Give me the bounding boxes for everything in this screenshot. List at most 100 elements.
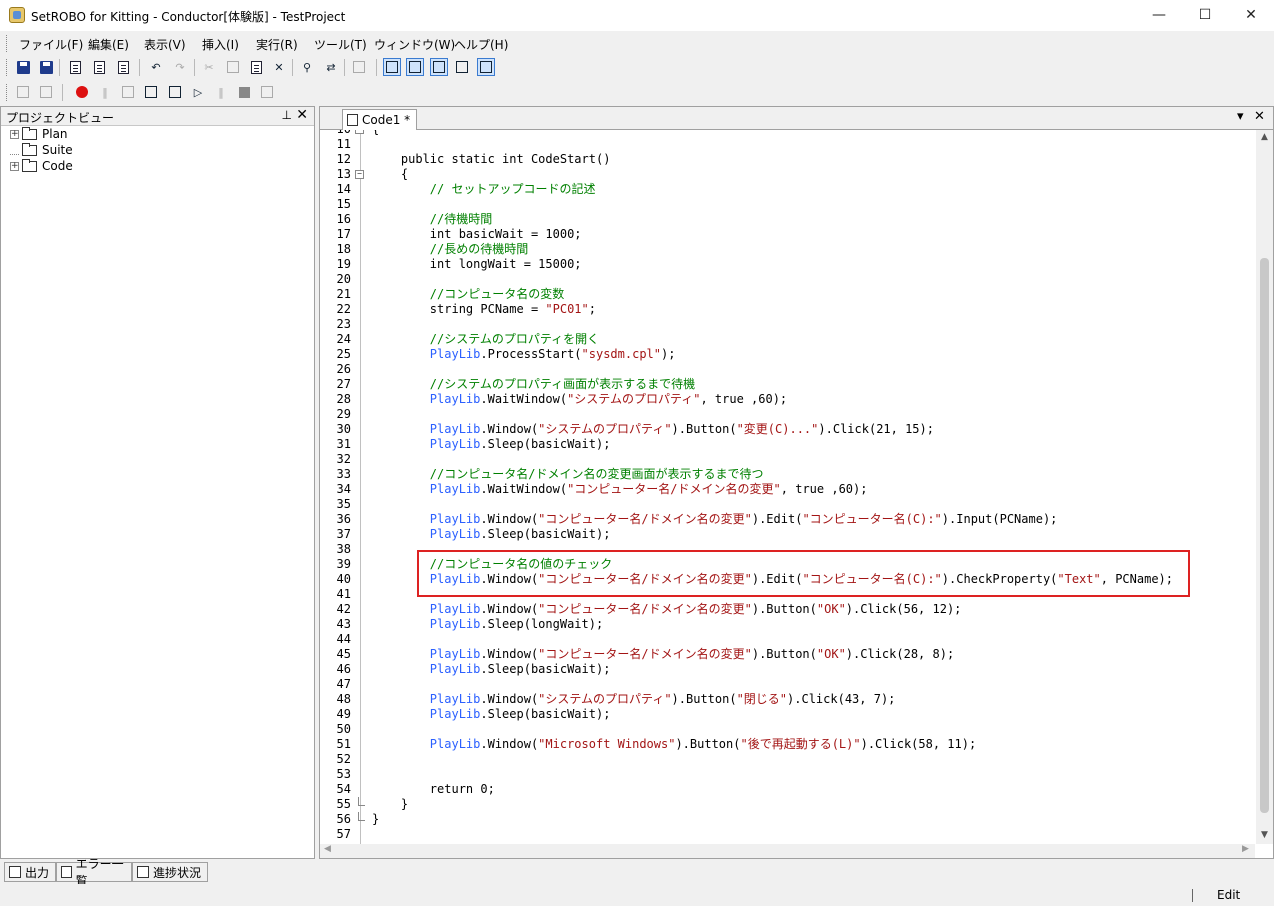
menu-file[interactable]: ファイル(F): [19, 36, 83, 53]
code-line[interactable]: 53: [320, 767, 1255, 782]
properties-toggle-icon[interactable]: [406, 58, 424, 76]
code-line[interactable]: 44: [320, 632, 1255, 647]
window-icon[interactable]: [350, 58, 368, 76]
edit-document-icon[interactable]: [114, 58, 132, 76]
code-line[interactable]: 50: [320, 722, 1255, 737]
code-line[interactable]: 32: [320, 452, 1255, 467]
scroll-down-icon[interactable]: ▼: [1256, 830, 1273, 840]
code-line[interactable]: 47: [320, 677, 1255, 692]
paste-icon[interactable]: [247, 58, 265, 76]
code-line[interactable]: 48 PlayLib.Window("システムのプロパティ").Button("…: [320, 692, 1255, 707]
code-line[interactable]: 41: [320, 587, 1255, 602]
code-line[interactable]: 12 public static int CodeStart(): [320, 152, 1255, 167]
capture-icon[interactable]: [142, 83, 160, 101]
close-button[interactable]: ✕: [1228, 0, 1274, 31]
fold-collapse-icon[interactable]: −: [355, 170, 364, 179]
code-line[interactable]: 36 PlayLib.Window("コンピューター名/ドメイン名の変更").E…: [320, 512, 1255, 527]
tree-item-code[interactable]: + Code: [10, 158, 73, 174]
stop-record-icon[interactable]: [119, 83, 137, 101]
menu-tools[interactable]: ツール(T): [314, 36, 367, 53]
code-line[interactable]: 31 PlayLib.Sleep(basicWait);: [320, 437, 1255, 452]
code-line[interactable]: 20: [320, 272, 1255, 287]
tab-list-dropdown-icon[interactable]: ▾: [1237, 109, 1244, 124]
code-line[interactable]: 45 PlayLib.Window("コンピューター名/ドメイン名の変更").B…: [320, 647, 1255, 662]
menu-insert[interactable]: 挿入(I): [202, 36, 239, 53]
capture-window-icon[interactable]: [166, 83, 184, 101]
code-line[interactable]: 19 int longWait = 15000;: [320, 257, 1255, 272]
code-line[interactable]: 25 PlayLib.ProcessStart("sysdm.cpl");: [320, 347, 1255, 362]
pause-record-icon[interactable]: ‖: [96, 83, 114, 101]
code-line[interactable]: 11: [320, 137, 1255, 152]
code-line[interactable]: 10− {: [320, 130, 1255, 137]
code-line[interactable]: 23: [320, 317, 1255, 332]
menu-run[interactable]: 実行(R): [256, 36, 298, 53]
code-line[interactable]: 29: [320, 407, 1255, 422]
menu-edit[interactable]: 編集(E): [88, 36, 129, 53]
code-line[interactable]: 39 //コンピュータ名の値のチェック: [320, 557, 1255, 572]
play-icon[interactable]: ▷: [189, 83, 207, 101]
close-icon[interactable]: ✕: [296, 107, 308, 123]
code-line[interactable]: 26: [320, 362, 1255, 377]
code-line[interactable]: 27 //システムのプロパティ画面が表示するまで待機: [320, 377, 1255, 392]
tab-progress[interactable]: 進捗状況: [132, 862, 208, 882]
code-line[interactable]: 30 PlayLib.Window("システムのプロパティ").Button("…: [320, 422, 1255, 437]
menu-view[interactable]: 表示(V): [144, 36, 186, 53]
menu-window[interactable]: ウィンドウ(W): [374, 36, 455, 53]
stop-icon[interactable]: [235, 83, 253, 101]
save-all-icon[interactable]: [37, 58, 55, 76]
expand-icon[interactable]: +: [10, 129, 19, 139]
replace-icon[interactable]: ⇄: [322, 58, 340, 76]
scroll-right-icon[interactable]: ▶: [1242, 844, 1249, 854]
code-line[interactable]: 34 PlayLib.WaitWindow("コンピューター名/ドメイン名の変更…: [320, 482, 1255, 497]
code-line[interactable]: 35: [320, 497, 1255, 512]
cut-icon[interactable]: ✂: [200, 58, 218, 76]
code-line[interactable]: 37 PlayLib.Sleep(basicWait);: [320, 527, 1255, 542]
code-line[interactable]: 28 PlayLib.WaitWindow("システムのプロパティ", true…: [320, 392, 1255, 407]
code-line[interactable]: 13− {: [320, 167, 1255, 182]
code-line[interactable]: 18 //長めの待機時間: [320, 242, 1255, 257]
delete-icon[interactable]: ✕: [270, 58, 288, 76]
code-line[interactable]: 43 PlayLib.Sleep(longWait);: [320, 617, 1255, 632]
tab-code1[interactable]: Code1 *: [342, 109, 418, 130]
new-list-icon[interactable]: [90, 58, 108, 76]
redo-icon[interactable]: ↷: [171, 58, 189, 76]
tree-item-suite[interactable]: Suite: [10, 142, 73, 158]
scroll-left-icon[interactable]: ◀: [324, 844, 331, 854]
code-line[interactable]: 14 // セットアップコードの記述: [320, 182, 1255, 197]
code-line[interactable]: 15: [320, 197, 1255, 212]
new-document-icon[interactable]: [66, 58, 84, 76]
code-text-area[interactable]: 10−{1112 public static int CodeStart()13…: [320, 130, 1255, 844]
copy-icon[interactable]: [224, 58, 242, 76]
code-line[interactable]: 56}: [320, 812, 1255, 827]
code-line[interactable]: 16 //待機時間: [320, 212, 1255, 227]
undo-icon[interactable]: ↶: [147, 58, 165, 76]
code-line[interactable]: 57: [320, 827, 1255, 842]
project-view-toggle-icon[interactable]: [383, 58, 401, 76]
pin-icon[interactable]: ⊥: [282, 108, 292, 122]
scroll-up-icon[interactable]: ▲: [1256, 132, 1273, 142]
horizontal-scrollbar[interactable]: ◀ ▶: [320, 844, 1255, 858]
fold-collapse-icon[interactable]: −: [355, 130, 364, 134]
pause-icon[interactable]: ‖: [212, 83, 230, 101]
code-line[interactable]: 40 PlayLib.Window("コンピューター名/ドメイン名の変更").E…: [320, 572, 1255, 587]
code-line[interactable]: 49 PlayLib.Sleep(basicWait);: [320, 707, 1255, 722]
tree-item-plan[interactable]: + Plan: [10, 126, 68, 142]
code-line[interactable]: 42 PlayLib.Window("コンピューター名/ドメイン名の変更").B…: [320, 602, 1255, 617]
expand-icon[interactable]: +: [10, 161, 19, 171]
code-line[interactable]: 55 }: [320, 797, 1255, 812]
code-line[interactable]: 22 string PCName = "PC01";: [320, 302, 1255, 317]
code-line[interactable]: 54 return 0;: [320, 782, 1255, 797]
minimize-button[interactable]: —: [1136, 0, 1182, 31]
output-toggle-icon[interactable]: [430, 58, 448, 76]
code-line[interactable]: 51 PlayLib.Window("Microsoft Windows").B…: [320, 737, 1255, 752]
save-icon[interactable]: [14, 58, 32, 76]
code-line[interactable]: 24 //システムのプロパティを開く: [320, 332, 1255, 347]
tab-close-icon[interactable]: ✕: [1254, 109, 1265, 124]
error-list-toggle-icon[interactable]: [453, 58, 471, 76]
code-line[interactable]: 21 //コンピュータ名の変数: [320, 287, 1255, 302]
record-icon[interactable]: [73, 83, 91, 101]
vertical-scrollbar[interactable]: ▲ ▼: [1256, 130, 1273, 844]
step-icon[interactable]: [258, 83, 276, 101]
check-icon[interactable]: [37, 83, 55, 101]
menu-help[interactable]: ヘルプ(H): [454, 36, 508, 53]
